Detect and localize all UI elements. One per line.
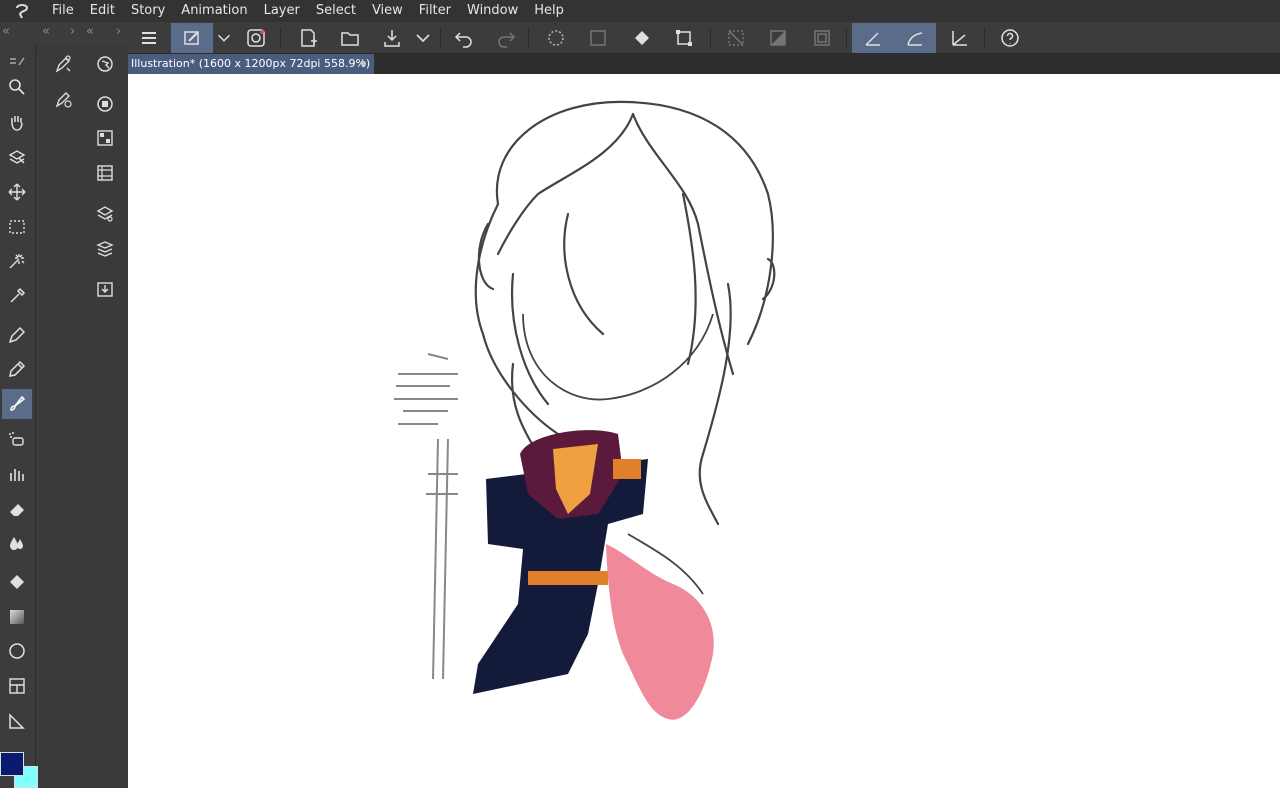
- tool-property-icon[interactable]: [48, 84, 78, 114]
- menu-file[interactable]: File: [44, 0, 82, 22]
- export-icon[interactable]: [90, 274, 120, 304]
- artwork-shoulder-gold: [613, 459, 641, 479]
- separator: [710, 28, 711, 48]
- menu-window[interactable]: Window: [459, 0, 526, 22]
- transform-icon[interactable]: [670, 23, 698, 53]
- eyedropper-icon[interactable]: [2, 281, 32, 311]
- new-icon[interactable]: [294, 23, 322, 53]
- frame-border-icon[interactable]: [2, 671, 32, 701]
- blend-icon[interactable]: [2, 528, 32, 558]
- main-color-swatch[interactable]: [0, 752, 24, 776]
- tool-palette: [0, 44, 36, 788]
- canvas-artwork: [394, 100, 776, 720]
- artwork-face-sketch: [522, 313, 714, 401]
- dropdown-icon[interactable]: [214, 23, 234, 53]
- command-bar: « « › « ›: [0, 22, 1280, 54]
- clear-icon[interactable]: [584, 23, 612, 53]
- collapse-left-icon[interactable]: «: [42, 22, 50, 42]
- unsaved-indicator-icon: [361, 61, 366, 66]
- app-logo-icon[interactable]: [0, 0, 44, 22]
- ruler-icon[interactable]: [2, 706, 32, 736]
- expand-right-icon[interactable]: ›: [70, 22, 75, 42]
- collapse-left-icon[interactable]: «: [2, 22, 10, 42]
- artwork-staff: [394, 353, 458, 680]
- menu-bar: File Edit Story Animation Layer Select V…: [0, 0, 1280, 22]
- fill-bucket-icon[interactable]: [2, 567, 32, 597]
- artwork-belt: [528, 571, 608, 585]
- gradient-icon[interactable]: [2, 602, 32, 632]
- help-icon[interactable]: [996, 23, 1024, 53]
- artwork-cape: [606, 544, 714, 720]
- show-selection-icon[interactable]: [808, 23, 836, 53]
- loading-icon[interactable]: [542, 23, 570, 53]
- sub-tool-strip: [38, 44, 128, 788]
- expand-right-icon[interactable]: ›: [116, 22, 121, 42]
- snap-grid-icon[interactable]: [946, 23, 974, 53]
- collapse-left-icon[interactable]: «: [86, 22, 94, 42]
- fill-icon[interactable]: [628, 23, 656, 53]
- separator: [528, 28, 529, 48]
- menu-edit[interactable]: Edit: [82, 0, 123, 22]
- navigator-icon[interactable]: [90, 49, 120, 79]
- auto-select-icon[interactable]: [2, 246, 32, 276]
- pencil-icon[interactable]: [2, 354, 32, 384]
- move-layer-icon[interactable]: [2, 177, 32, 207]
- save-icon[interactable]: [378, 23, 406, 53]
- decoration-icon[interactable]: [2, 459, 32, 489]
- brush-icon[interactable]: [2, 389, 32, 419]
- menu-help[interactable]: Help: [526, 0, 572, 22]
- layer-icon[interactable]: [90, 234, 120, 264]
- dropdown-icon[interactable]: [412, 23, 434, 53]
- zoom-icon[interactable]: [2, 72, 32, 102]
- menu-view[interactable]: View: [364, 0, 411, 22]
- timeline-icon[interactable]: [90, 158, 120, 188]
- menu-icon[interactable]: [136, 23, 162, 53]
- menu-filter[interactable]: Filter: [411, 0, 459, 22]
- airbrush-icon[interactable]: [2, 424, 32, 454]
- figure-icon[interactable]: [2, 636, 32, 666]
- open-icon[interactable]: [336, 23, 364, 53]
- separator: [440, 28, 441, 48]
- selection-icon[interactable]: [2, 212, 32, 242]
- layer-property-icon[interactable]: [90, 199, 120, 229]
- material-icon[interactable]: [90, 123, 120, 153]
- sub-tool-icon[interactable]: [48, 49, 78, 79]
- separator: [846, 28, 847, 48]
- invert-icon[interactable]: [764, 23, 792, 53]
- deselect-icon[interactable]: [722, 23, 750, 53]
- companion-icon[interactable]: [242, 23, 270, 53]
- snap-ruler-icon[interactable]: [852, 23, 894, 53]
- sub-view-icon[interactable]: [90, 89, 120, 119]
- eraser-icon[interactable]: [2, 494, 32, 524]
- hand-icon[interactable]: [2, 107, 32, 137]
- document-tab[interactable]: Illustration* (1600 x 1200px 72dpi 558.9…: [128, 54, 374, 74]
- menu-select[interactable]: Select: [308, 0, 364, 22]
- menu-animation[interactable]: Animation: [173, 0, 255, 22]
- separator: [984, 28, 985, 48]
- snap-special-ruler-icon[interactable]: [894, 23, 936, 53]
- operation-icon[interactable]: [2, 142, 32, 172]
- redo-icon[interactable]: [492, 23, 520, 53]
- separator: [280, 28, 281, 48]
- canvas[interactable]: [128, 74, 1280, 788]
- document-tab-strip: Illustration* (1600 x 1200px 72dpi 558.9…: [128, 54, 1280, 74]
- undo-icon[interactable]: [450, 23, 478, 53]
- quick-access-icon[interactable]: [171, 23, 213, 53]
- pen-icon[interactable]: [2, 320, 32, 350]
- menu-layer[interactable]: Layer: [256, 0, 308, 22]
- menu-story[interactable]: Story: [123, 0, 173, 22]
- document-tab-title: Illustration* (1600 x 1200px 72dpi 558.9…: [131, 57, 371, 70]
